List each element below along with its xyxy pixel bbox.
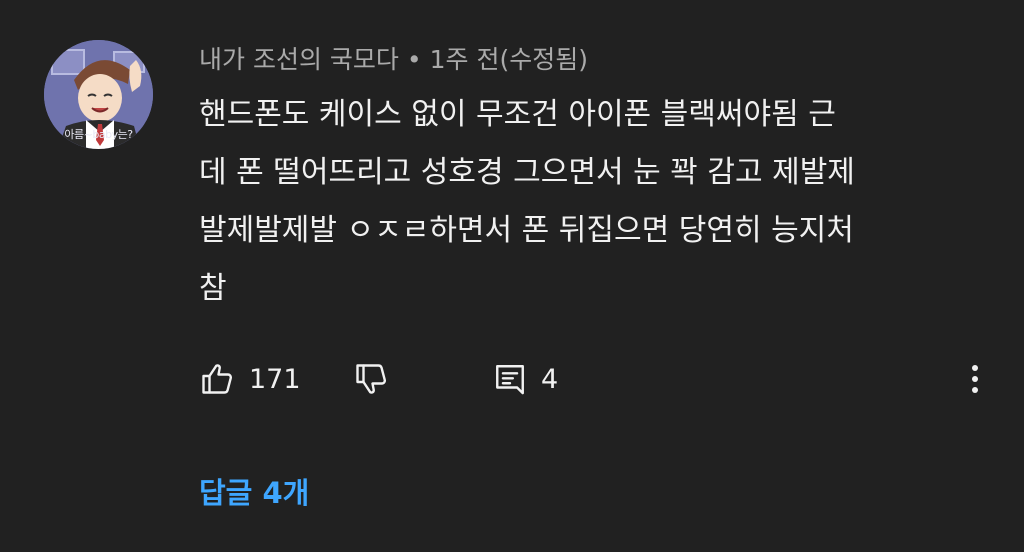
reply-count: 4 bbox=[541, 363, 559, 395]
comment-text-line: 핸드폰도 케이스 없이 무조건 아이폰 블랙써야됨 근 bbox=[199, 97, 836, 132]
avatar-caption: 아름~baby는? bbox=[64, 128, 133, 141]
comment-header: 내가 조선의 국모다 • 1주 전(수정됨) bbox=[199, 38, 588, 82]
comment-text-line: 발제발제발 ㅇㅈㄹ하면서 폰 뒤집으면 당연히 능지처 bbox=[199, 213, 854, 248]
more-options-button[interactable] bbox=[963, 356, 987, 402]
author-name[interactable]: 내가 조선의 국모다 bbox=[199, 45, 399, 74]
meta-separator: • bbox=[406, 45, 422, 74]
more-vertical-icon bbox=[972, 365, 978, 393]
view-replies-link[interactable]: 답글 4개 bbox=[199, 470, 309, 516]
comment-text-line: 참 bbox=[199, 271, 227, 306]
thumbs-up-icon bbox=[202, 364, 232, 394]
dislike-button[interactable] bbox=[353, 356, 389, 402]
comment-timestamp[interactable]: 1주 전(수정됨) bbox=[430, 45, 588, 74]
comment-text: 핸드폰도 케이스 없이 무조건 아이폰 블랙써야됨 근 데 폰 떨어뜨리고 성호… bbox=[199, 86, 989, 318]
comment-text-line: 데 폰 떨어뜨리고 성호경 그으면서 눈 꽉 감고 제발제 bbox=[199, 155, 855, 190]
comment-icon bbox=[496, 365, 524, 395]
comment-actions: 171 4 bbox=[199, 356, 999, 402]
avatar[interactable]: 아름~baby는? bbox=[44, 40, 153, 149]
thumbs-down-icon bbox=[356, 364, 386, 394]
like-count: 171 bbox=[249, 363, 301, 395]
like-button[interactable]: 171 bbox=[199, 356, 301, 402]
reply-button[interactable]: 4 bbox=[493, 356, 558, 402]
